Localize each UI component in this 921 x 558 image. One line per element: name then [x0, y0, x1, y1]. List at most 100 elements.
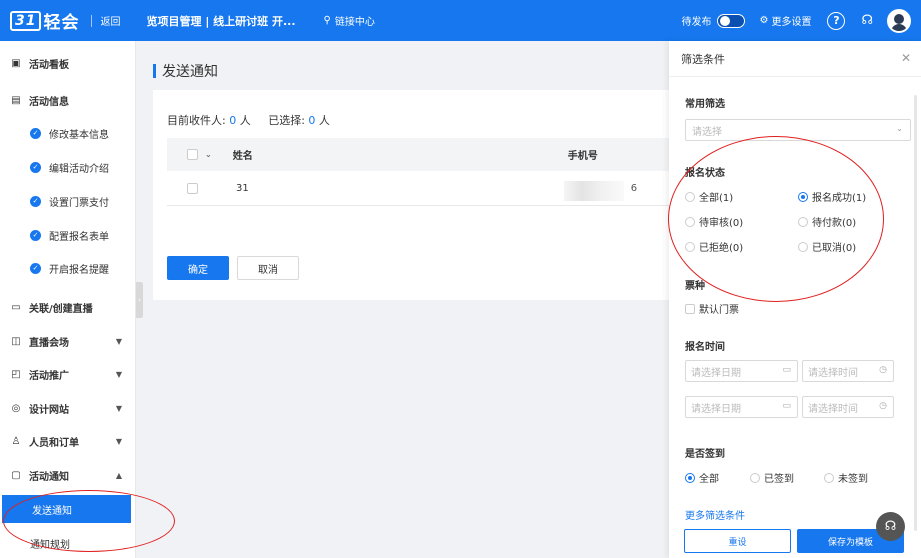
- sidebar-item-label: 活动推广: [29, 370, 69, 382]
- check-circle-icon: ✓: [30, 195, 41, 207]
- more-conditions-link[interactable]: 更多筛选条件: [685, 507, 745, 522]
- scrollbar[interactable]: [914, 95, 917, 531]
- close-icon[interactable]: ✕: [901, 51, 911, 65]
- sidebar-item-label: 设计网站: [29, 404, 69, 416]
- video-icon: ▭: [11, 301, 21, 313]
- ticket-default-checkbox[interactable]: 默认门票: [685, 301, 739, 316]
- more-settings-label: 更多设置: [771, 17, 812, 28]
- checkbox-label: 默认门票: [699, 305, 739, 316]
- calendar-icon: ▭: [782, 365, 791, 375]
- sidebar-item-people-orders[interactable]: ♙ 人员和订单 ▼: [0, 431, 136, 451]
- caret-down-icon: ▼: [115, 403, 122, 413]
- avatar[interactable]: [887, 8, 911, 33]
- phone-redaction: [564, 181, 624, 201]
- logo-mark: 31: [10, 10, 42, 31]
- back-link[interactable]: 返回: [100, 13, 120, 28]
- sidebar-item-promotion[interactable]: ◰ 活动推广 ▼: [0, 364, 136, 384]
- send-notice-card: 目前收件人: 0 人 已选择: 0 人 ⌄ 姓名 手机号 31 6 确定 取消: [153, 90, 671, 300]
- sidebar-item-activity-info[interactable]: ▤ 活动信息: [0, 90, 136, 110]
- radio-dot: [824, 472, 834, 483]
- sidebar-subitem-edit-basic[interactable]: ✓ 修改基本信息: [0, 123, 136, 143]
- chevron-down-icon[interactable]: ⌄: [205, 150, 212, 159]
- common-filter-label: 常用筛选: [685, 99, 725, 110]
- checkin-radio-unchecked[interactable]: 未签到: [824, 470, 868, 485]
- top-bar: 31 轻会 返回 览项目管理 | 线上研讨班 开... ⚲ 链接中心 待发布 ⚙…: [0, 0, 921, 41]
- check-circle-icon: ✓: [30, 262, 41, 274]
- sidebar-collapse-handle[interactable]: ‹: [136, 282, 143, 318]
- recipients-count: 0: [229, 114, 237, 127]
- end-date-input[interactable]: 请选择日期 ▭: [685, 396, 798, 418]
- check-circle-icon: ✓: [30, 229, 41, 241]
- caret-down-icon: ▼: [115, 436, 122, 446]
- select-all-checkbox[interactable]: [187, 149, 198, 160]
- unit-label: 人: [318, 114, 330, 127]
- checkin-radio-checked[interactable]: 已签到: [750, 470, 794, 485]
- column-header-phone: 手机号: [567, 151, 598, 162]
- checkin-radio-all[interactable]: 全部: [685, 470, 719, 485]
- select-placeholder: 请选择: [692, 126, 722, 138]
- radio-dot: [685, 472, 695, 483]
- sidebar: ▣ 活动看板 ▤ 活动信息 ✓ 修改基本信息 ✓ 编辑活动介绍 ✓ 设置门票支付…: [0, 41, 136, 558]
- sidebar-subitem-label: 开启报名提醒: [49, 264, 109, 276]
- cancel-button[interactable]: 取消: [237, 256, 299, 280]
- sidebar-item-label: 直播会场: [29, 337, 69, 349]
- link-center-button[interactable]: ⚲ 链接中心: [324, 13, 375, 28]
- calendar-icon: ▣: [11, 57, 21, 69]
- radio-label: 已签到: [764, 474, 794, 485]
- sidebar-item-label: 人员和订单: [29, 437, 79, 449]
- time-placeholder: 请选择时间: [808, 403, 858, 415]
- recipients-label: 目前收件人:: [167, 114, 226, 127]
- logo[interactable]: 31 轻会: [10, 8, 79, 33]
- publish-status-label: 待发布: [681, 17, 712, 28]
- more-settings-button[interactable]: ⚙ 更多设置: [759, 13, 811, 28]
- gear-icon: ⚙: [759, 15, 769, 26]
- start-time-input[interactable]: 请选择时间 ◷: [802, 360, 894, 382]
- caret-down-icon: ▼: [115, 369, 122, 379]
- sidebar-item-live[interactable]: ▭ 关联/创建直播: [0, 297, 136, 317]
- sidebar-item-dashboard[interactable]: ▣ 活动看板: [0, 53, 136, 73]
- sidebar-subitem-label: 配置报名表单: [49, 231, 109, 243]
- sidebar-subitem-signup-reminder[interactable]: ✓ 开启报名提醒: [0, 258, 136, 278]
- checkbox-box: [685, 303, 695, 314]
- time-placeholder: 请选择时间: [808, 367, 858, 379]
- confirm-button[interactable]: 确定: [167, 256, 229, 280]
- sidebar-item-notice[interactable]: ▢ 活动通知 ▲: [0, 465, 136, 485]
- link-icon: ⚲: [323, 15, 331, 26]
- signup-time-label: 报名时间: [685, 342, 725, 353]
- sidebar-item-live-venue[interactable]: ◫ 直播会场 ▼: [0, 331, 136, 351]
- chevron-down-icon: ⌄: [896, 124, 903, 133]
- sidebar-subitem-signup-form[interactable]: ✓ 配置报名表单: [0, 225, 136, 245]
- sidebar-item-label: 活动信息: [29, 96, 69, 108]
- support-headset-icon[interactable]: ☊: [876, 512, 905, 541]
- sidebar-item-label: 活动通知: [29, 471, 69, 483]
- page-title: 发送通知: [153, 61, 218, 81]
- people-icon: ♙: [11, 435, 21, 447]
- end-time-input[interactable]: 请选择时间 ◷: [802, 396, 894, 418]
- checkin-label: 是否签到: [685, 449, 725, 460]
- unit-label: 人: [239, 114, 251, 127]
- screen-icon: ◫: [11, 335, 21, 347]
- reset-button[interactable]: 重设: [684, 529, 791, 553]
- document-icon: ▤: [11, 94, 21, 106]
- table-header: ⌄ 姓名 手机号: [167, 138, 671, 171]
- row-checkbox[interactable]: [187, 182, 198, 194]
- selected-count: 0: [308, 114, 316, 127]
- start-date-input[interactable]: 请选择日期 ▭: [685, 360, 798, 382]
- headset-icon[interactable]: ☊: [861, 13, 873, 28]
- sidebar-subitem-ticket-payment[interactable]: ✓ 设置门票支付: [0, 191, 136, 211]
- sidebar-subitem-edit-intro[interactable]: ✓ 编辑活动介绍: [0, 157, 136, 177]
- radio-label: 全部: [699, 474, 719, 485]
- help-icon[interactable]: ?: [827, 11, 846, 30]
- check-circle-icon: ✓: [30, 127, 41, 139]
- caret-up-icon: ▲: [115, 470, 122, 480]
- link-center-label: 链接中心: [334, 17, 375, 28]
- sidebar-item-website[interactable]: ◎ 设计网站 ▼: [0, 398, 136, 418]
- topbar-right: 待发布 ⚙ 更多设置 ? ☊: [681, 0, 911, 41]
- radio-dot: [750, 472, 760, 483]
- sidebar-subitem-label: 修改基本信息: [49, 129, 109, 141]
- date-placeholder: 请选择日期: [691, 367, 741, 379]
- annotation-ellipse-status: [668, 136, 884, 302]
- annotation-ellipse-send-notice: [3, 490, 175, 552]
- publish-toggle[interactable]: [717, 13, 746, 28]
- sidebar-subitem-label: 设置门票支付: [49, 197, 109, 209]
